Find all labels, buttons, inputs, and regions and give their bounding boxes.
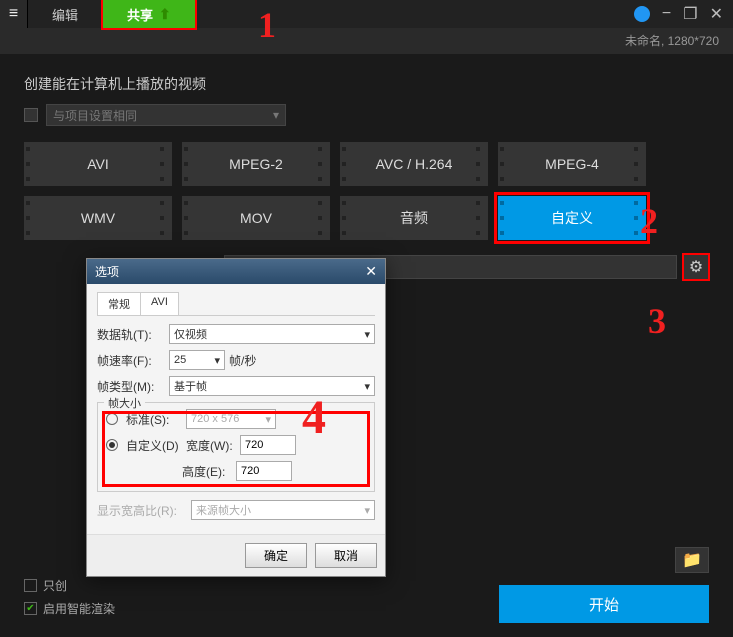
chevron-down-icon: ▾: [364, 380, 370, 393]
same-as-project-checkbox[interactable]: [24, 108, 38, 122]
tab-share[interactable]: 共享 ⬆: [103, 0, 196, 28]
dialog-close-button[interactable]: ✕: [365, 263, 377, 280]
project-settings-dropdown[interactable]: 与项目设置相同 ▾: [46, 104, 286, 126]
format-mpeg2[interactable]: MPEG-2: [182, 142, 330, 186]
cancel-button[interactable]: 取消: [315, 543, 377, 568]
only-create-checkbox[interactable]: [24, 579, 37, 592]
menu-button[interactable]: ≡: [0, 0, 28, 28]
smart-render-checkbox[interactable]: ✔: [24, 602, 37, 615]
format-audio[interactable]: 音频: [340, 196, 488, 240]
upload-arrow-icon: ⬆: [159, 6, 171, 23]
gear-icon: ⚙: [689, 257, 703, 277]
fps-unit: 帧/秒: [229, 352, 256, 369]
project-settings-label: 与项目设置相同: [53, 107, 137, 124]
standard-radio[interactable]: [106, 413, 118, 425]
track-select[interactable]: 仅视频▾: [169, 324, 375, 344]
standard-label: 标准(S):: [126, 411, 182, 428]
browse-folder-button[interactable]: 📁: [675, 547, 709, 573]
dialog-title: 选项: [95, 263, 119, 280]
aspect-label: 显示宽高比(R):: [97, 502, 187, 519]
dialog-tab-avi[interactable]: AVI: [140, 292, 179, 315]
only-create-label: 只创: [43, 577, 67, 594]
minimize-button[interactable]: −: [662, 5, 671, 23]
width-label: 宽度(W):: [186, 437, 236, 454]
height-input[interactable]: [236, 461, 292, 481]
format-wmv[interactable]: WMV: [24, 196, 172, 240]
chevron-down-icon: ▾: [265, 413, 271, 426]
format-mov[interactable]: MOV: [182, 196, 330, 240]
format-avi[interactable]: AVI: [24, 142, 172, 186]
fps-select[interactable]: 25▾: [169, 350, 225, 370]
chevron-down-icon: ▾: [364, 504, 370, 517]
width-input[interactable]: [240, 435, 296, 455]
format-avc[interactable]: AVC / H.264: [340, 142, 488, 186]
frametype-label: 帧类型(M):: [97, 378, 165, 395]
start-button[interactable]: 开始: [499, 585, 709, 623]
fps-label: 帧速率(F):: [97, 352, 165, 369]
globe-icon[interactable]: [634, 6, 650, 22]
tab-share-label: 共享: [127, 5, 153, 24]
custom-radio[interactable]: [106, 439, 118, 451]
project-info-bar: 未命名, 1280*720: [0, 28, 733, 54]
chevron-down-icon: ▾: [364, 328, 370, 341]
chevron-down-icon: ▾: [273, 108, 279, 122]
track-label: 数据轨(T):: [97, 326, 165, 343]
section-heading: 创建能在计算机上播放的视频: [24, 74, 709, 94]
smart-render-label: 启用智能渲染: [43, 600, 115, 617]
aspect-select: 来源帧大小▾: [191, 500, 375, 520]
format-custom[interactable]: 自定义: [498, 196, 646, 240]
standard-size-select: 720 x 576▾: [186, 409, 276, 429]
framesize-legend: 帧大小: [104, 395, 145, 411]
options-dialog: 选项 ✕ 常规 AVI 数据轨(T): 仅视频▾ 帧速率(F): 25▾ 帧/秒…: [86, 258, 386, 577]
custom-label: 自定义(D): [126, 437, 182, 454]
format-grid: AVI MPEG-2 AVC / H.264 MPEG-4 WMV MOV 音频…: [24, 142, 709, 240]
dialog-tab-general[interactable]: 常规: [97, 292, 141, 315]
close-button[interactable]: ✕: [710, 4, 723, 24]
height-label: 高度(E):: [182, 463, 232, 480]
chevron-down-icon: ▾: [214, 354, 220, 367]
frametype-select[interactable]: 基于帧▾: [169, 376, 375, 396]
tab-edit[interactable]: 编辑: [28, 0, 103, 28]
ok-button[interactable]: 确定: [245, 543, 307, 568]
format-mpeg4[interactable]: MPEG-4: [498, 142, 646, 186]
maximize-button[interactable]: ❐: [683, 4, 697, 24]
settings-gear-button[interactable]: ⚙: [683, 254, 709, 280]
folder-icon: 📁: [682, 550, 702, 570]
